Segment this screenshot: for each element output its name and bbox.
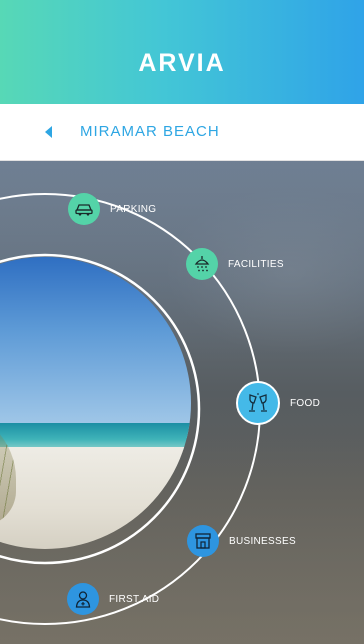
back-arrow-icon xyxy=(45,126,52,138)
drinks-icon xyxy=(249,393,267,412)
menu-stage: PARKING FACILITIES FOOD BUSINESSES FIRST… xyxy=(0,161,364,644)
first-aid-button[interactable] xyxy=(67,583,99,615)
menu-item-label: FIRST AID xyxy=(109,593,160,605)
app-header: ARVIA xyxy=(0,0,364,104)
doctor-icon xyxy=(75,591,91,608)
menu-item-label: BUSINESSES xyxy=(229,535,296,547)
menu-item-label: FACILITIES xyxy=(228,258,284,270)
menu-item-label: FOOD xyxy=(290,397,321,409)
shower-icon xyxy=(194,256,210,272)
car-icon xyxy=(75,204,93,216)
menu-item-facilities[interactable]: FACILITIES xyxy=(186,248,284,280)
app-title: ARVIA xyxy=(138,48,226,77)
businesses-button[interactable] xyxy=(187,525,219,557)
menu-item-first-aid[interactable]: FIRST AID xyxy=(67,583,159,615)
facilities-button[interactable] xyxy=(186,248,218,280)
location-title[interactable]: MIRAMAR BEACH xyxy=(80,104,220,160)
breadcrumb: MIRAMAR BEACH xyxy=(0,104,364,161)
back-button[interactable] xyxy=(44,104,72,160)
food-button[interactable] xyxy=(236,381,280,425)
menu-item-label: PARKING xyxy=(110,203,157,215)
menu-item-businesses[interactable]: BUSINESSES xyxy=(187,525,296,557)
store-icon xyxy=(195,533,211,549)
menu-item-parking[interactable]: PARKING xyxy=(68,193,156,225)
parking-button[interactable] xyxy=(68,193,100,225)
menu-item-food[interactable]: FOOD xyxy=(236,381,320,425)
